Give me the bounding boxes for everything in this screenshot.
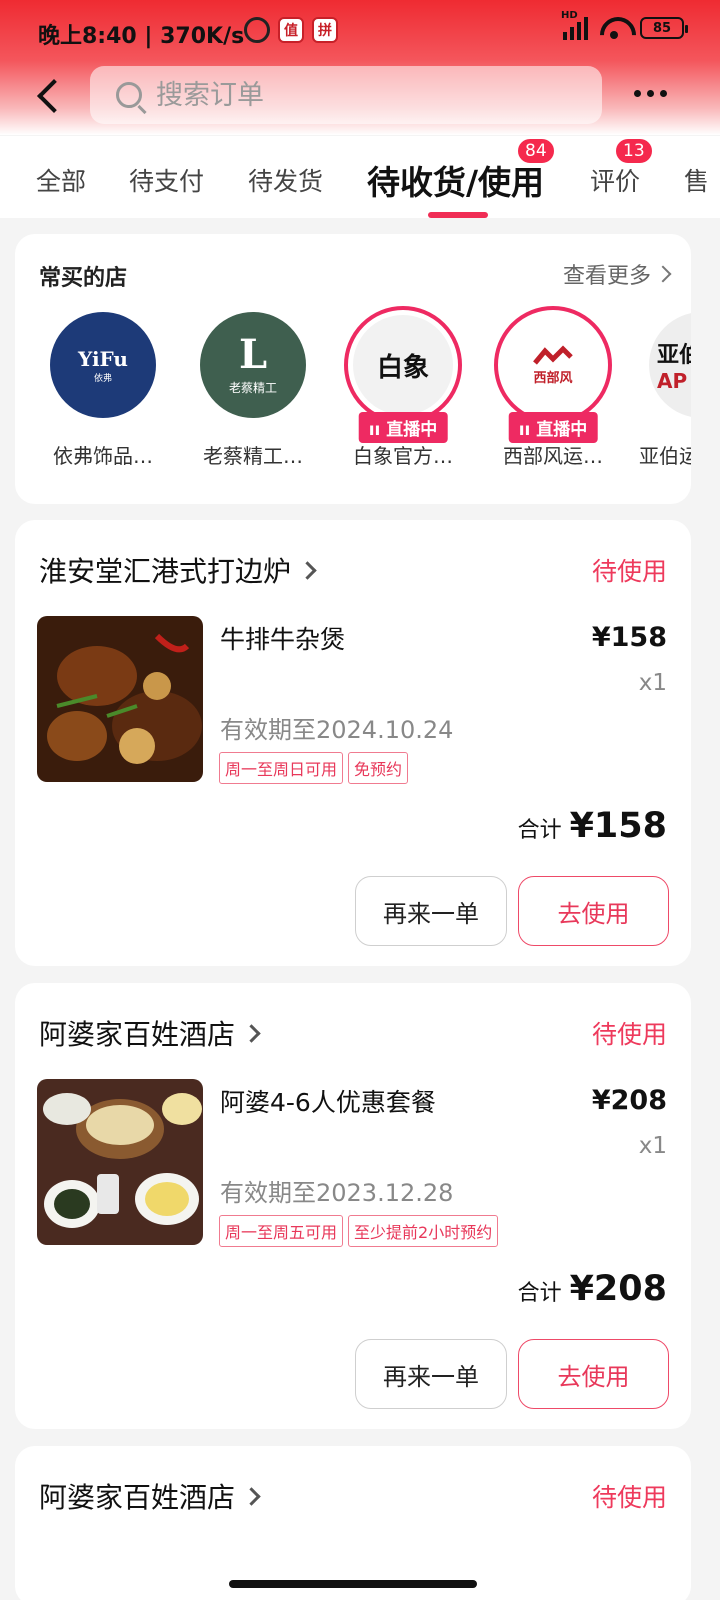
frequent-shops-title: 常买的店 xyxy=(39,266,128,291)
order-card: 阿婆家百姓酒店 待使用 阿婆4-6人优惠套餐 ¥208 x1 有效期至2023.… xyxy=(15,983,691,1429)
search-icon xyxy=(116,82,142,108)
order-shop-link[interactable]: 阿婆家百姓酒店 xyxy=(39,1476,261,1516)
item-quantity: x1 xyxy=(638,1133,667,1159)
shop-item[interactable]: YiFu 依弗 依弗饰品… xyxy=(33,312,173,469)
usage-tag: 至少提前2小时预约 xyxy=(348,1215,499,1247)
shop-logo: YiFu 依弗 xyxy=(50,312,156,418)
shop-logo: 西部风 xyxy=(503,315,603,415)
back-button[interactable] xyxy=(30,74,70,118)
order-tabs: 全部 待支付 待发货 待收货/使用 评价 售 xyxy=(0,136,720,218)
status-bar: 晚上8:40 | 370K/s 值 拼 HD 85 xyxy=(0,0,720,64)
validity-date: 有效期至2024.10.24 xyxy=(220,716,454,744)
app-notification-icon: 拼 xyxy=(312,17,338,43)
chevron-right-icon xyxy=(242,1023,261,1043)
search-input[interactable] xyxy=(156,79,556,111)
reorder-button[interactable]: 再来一单 xyxy=(355,876,507,946)
shop-item[interactable]: 西部风 ıı 直播中 西部风运… xyxy=(483,306,623,469)
tab-pending-shipment[interactable]: 待发货 xyxy=(248,162,323,198)
status-notification-icons: 值 拼 xyxy=(244,17,338,43)
order-shop-link[interactable]: 阿婆家百姓酒店 xyxy=(39,1013,261,1053)
shop-name: 亚伯运 xyxy=(639,444,691,468)
usage-tag: 周一至周五可用 xyxy=(219,1215,344,1247)
tab-badge: 13 xyxy=(614,137,654,165)
chevron-right-icon xyxy=(654,265,672,283)
shop-item[interactable]: L 老蔡精工 老蔡精工… xyxy=(183,312,323,469)
shop-name: 白象官方… xyxy=(353,444,453,468)
product-image[interactable] xyxy=(37,1079,203,1245)
order-status: 待使用 xyxy=(591,557,667,586)
reorder-button[interactable]: 再来一单 xyxy=(355,1339,507,1409)
order-total: 合计 ¥158 xyxy=(517,806,667,846)
live-badge: ıı 直播中 xyxy=(358,412,448,443)
search-box[interactable] xyxy=(90,66,602,124)
item-price: ¥208 xyxy=(591,1085,667,1116)
tab-all[interactable]: 全部 xyxy=(36,162,86,198)
shop-logo: 白象 xyxy=(353,315,453,415)
order-shop-link[interactable]: 淮安堂汇港式打边炉 xyxy=(39,550,317,590)
usage-tag: 周一至周日可用 xyxy=(219,752,344,784)
shop-name: 依弗饰品… xyxy=(53,444,153,468)
signal-icon: HD xyxy=(561,10,588,40)
chevron-right-icon xyxy=(298,560,317,580)
product-image[interactable] xyxy=(37,616,203,782)
status-time: 晚上8:40 | 370K/s xyxy=(38,24,245,49)
usage-tag: 免预约 xyxy=(348,752,409,784)
order-total: 合计 ¥208 xyxy=(517,1269,667,1309)
tab-pending-receipt-use[interactable]: 待收货/使用 xyxy=(367,156,544,204)
order-card: 阿婆家百姓酒店 待使用 xyxy=(15,1446,691,1600)
more-options-button[interactable] xyxy=(634,90,667,97)
validity-date: 有效期至2023.12.28 xyxy=(220,1179,454,1207)
app-notification-icon: 值 xyxy=(278,17,304,43)
shop-name: 西部风运… xyxy=(503,444,603,468)
battery-icon: 85 xyxy=(640,17,688,39)
order-card: 淮安堂汇港式打边炉 待使用 牛排牛杂煲 ¥158 x1 有效期至2024.10.… xyxy=(15,520,691,966)
shop-logo: L 老蔡精工 xyxy=(200,312,306,418)
frequent-shops-card: 常买的店 查看更多 YiFu 依弗 依弗饰品… L 老蔡精工 老蔡精工… 白象 … xyxy=(15,234,691,504)
alarm-icon xyxy=(244,17,270,43)
home-indicator[interactable] xyxy=(229,1580,477,1588)
item-name: 牛排牛杂煲 xyxy=(220,625,346,654)
wifi-icon xyxy=(600,17,628,39)
item-price: ¥158 xyxy=(591,622,667,653)
live-ring: 白象 xyxy=(344,306,462,424)
navigation-bar xyxy=(0,66,720,126)
live-badge: ıı 直播中 xyxy=(508,412,598,443)
item-name: 阿婆4-6人优惠套餐 xyxy=(220,1088,436,1117)
see-more-link[interactable]: 查看更多 xyxy=(563,258,672,290)
use-voucher-button[interactable]: 去使用 xyxy=(518,1339,669,1409)
order-status: 待使用 xyxy=(591,1483,667,1512)
shop-item[interactable]: 白象 ıı 直播中 白象官方… xyxy=(333,306,473,469)
tab-after-sales[interactable]: 售 xyxy=(684,162,709,198)
tab-pending-payment[interactable]: 待支付 xyxy=(129,162,204,198)
shop-name: 老蔡精工… xyxy=(203,444,303,468)
use-voucher-button[interactable]: 去使用 xyxy=(518,876,669,946)
tab-reviews[interactable]: 评价 xyxy=(590,162,640,198)
shop-logo: 亚伯 AP xyxy=(649,312,691,418)
shop-item[interactable]: 亚伯 AP 亚伯运 xyxy=(633,312,691,469)
active-tab-indicator xyxy=(428,212,488,218)
tab-badge: 84 xyxy=(516,137,556,165)
item-quantity: x1 xyxy=(638,670,667,696)
brand-mark-icon xyxy=(533,344,573,365)
live-ring: 西部风 xyxy=(494,306,612,424)
chevron-right-icon xyxy=(242,1486,261,1506)
order-status: 待使用 xyxy=(591,1020,667,1049)
